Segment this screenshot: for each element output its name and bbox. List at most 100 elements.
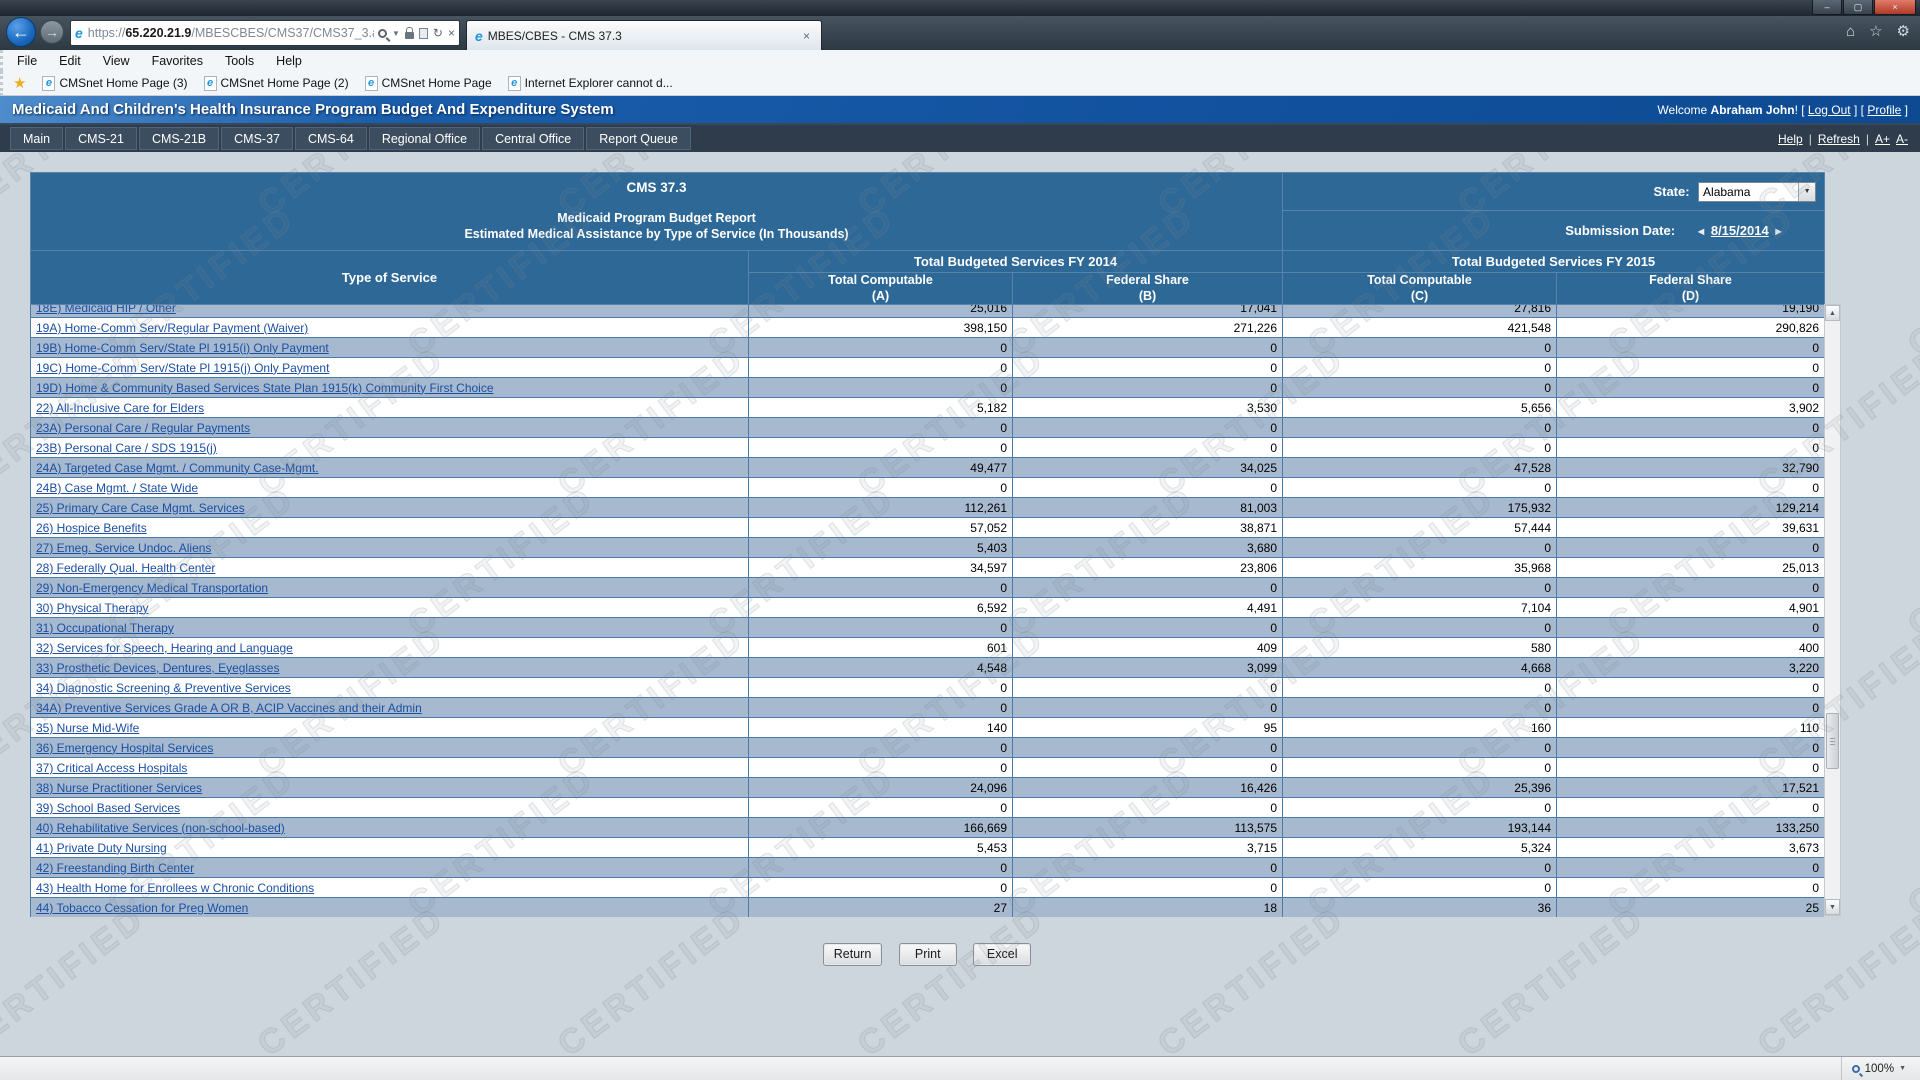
nav-tab-report-queue[interactable]: Report Queue [586, 127, 691, 150]
value-cell: 140 [749, 718, 1013, 738]
service-link[interactable]: 41) Private Duty Nursing [36, 841, 167, 855]
service-link[interactable]: 19B) Home-Comm Serv/State Pl 1915(i) Onl… [36, 341, 329, 355]
service-link[interactable]: 44) Tobacco Cessation for Preg Women [36, 901, 248, 915]
url-text[interactable]: https://65.220.21.9/MBESCBES/CMS37/CMS37… [88, 26, 374, 40]
state-select[interactable]: Alabama ▼ [1698, 182, 1816, 202]
service-link[interactable]: 26) Hospice Benefits [36, 521, 147, 535]
font-increase-link[interactable]: A+ [1875, 132, 1890, 146]
service-link[interactable]: 40) Rehabilitative Services (non-school-… [36, 821, 285, 835]
previous-date-icon[interactable]: ◄ [1696, 226, 1707, 238]
search-icon[interactable] [378, 29, 387, 38]
menu-view[interactable]: View [103, 54, 130, 68]
service-link[interactable]: 34) Diagnostic Screening & Preventive Se… [36, 681, 291, 695]
value-cell: 3,220 [1557, 658, 1825, 678]
menu-help[interactable]: Help [276, 54, 302, 68]
address-bar[interactable]: e https://65.220.21.9/MBESCBES/CMS37/CMS… [70, 20, 460, 46]
service-link[interactable]: 37) Critical Access Hospitals [36, 761, 187, 775]
scrollbar-thumb[interactable] [1826, 713, 1839, 769]
table-row: 19A) Home-Comm Serv/Regular Payment (Wai… [31, 318, 1825, 338]
service-link[interactable]: 35) Nurse Mid-Wife [36, 721, 139, 735]
gear-icon[interactable]: ⚙ [1897, 24, 1910, 39]
tab-close-icon[interactable]: × [800, 29, 813, 43]
service-link[interactable]: 19C) Home-Comm Serv/State Pl 1915(j) Onl… [36, 361, 329, 375]
excel-button[interactable]: Excel [973, 943, 1031, 966]
nav-tab-cms37[interactable]: CMS-37 [221, 127, 293, 150]
maximize-button[interactable]: ▢ [1843, 0, 1873, 15]
lock-icon [405, 32, 414, 39]
forward-button[interactable]: → [40, 20, 64, 44]
service-link[interactable]: 19A) Home-Comm Serv/Regular Payment (Wai… [36, 321, 308, 335]
nav-tab-regional-office[interactable]: Regional Office [369, 127, 480, 150]
service-link[interactable]: 24A) Targeted Case Mgmt. / Community Cas… [36, 461, 319, 475]
service-link[interactable]: 31) Occupational Therapy [36, 621, 174, 635]
service-link[interactable]: 28) Federally Qual. Health Center [36, 561, 215, 575]
value-cell: 3,680 [1013, 538, 1283, 558]
service-link[interactable]: 27) Emeg. Service Undoc. Aliens [36, 541, 211, 555]
service-link[interactable]: 29) Non-Emergency Medical Transportation [36, 581, 268, 595]
service-link[interactable]: 30) Physical Therapy [36, 601, 149, 615]
refresh-link[interactable]: Refresh [1818, 132, 1860, 146]
return-button[interactable]: Return [823, 943, 883, 966]
service-link[interactable]: 32) Services for Speech, Hearing and Lan… [36, 641, 293, 655]
logout-link[interactable]: Log Out [1798, 103, 1861, 117]
star-favorites-icon[interactable]: ☆ [1869, 24, 1882, 39]
vertical-scrollbar[interactable]: ▲ ▼ [1824, 304, 1841, 916]
nav-tab-main[interactable]: Main [10, 127, 63, 150]
help-link[interactable]: Help [1778, 132, 1803, 146]
service-link[interactable]: 33) Prosthetic Devices, Dentures, Eyegla… [36, 661, 279, 675]
service-link[interactable]: 43) Health Home for Enrollees w Chronic … [36, 881, 314, 895]
nav-tab-central-office[interactable]: Central Office [482, 127, 584, 150]
print-button[interactable]: Print [899, 943, 957, 966]
service-link[interactable]: 34A) Preventive Services Grade A OR B, A… [36, 701, 422, 715]
stop-icon[interactable]: × [448, 27, 455, 39]
service-link[interactable]: 38) Nurse Practitioner Services [36, 781, 202, 795]
table-row: 22) All-Inclusive Care for Elders5,1823,… [31, 398, 1825, 418]
select-dropdown-icon[interactable]: ▼ [1798, 183, 1815, 201]
compatibility-view-icon[interactable] [419, 28, 428, 39]
table-row: 19C) Home-Comm Serv/State Pl 1915(j) Onl… [31, 358, 1825, 378]
value-cell: 0 [1283, 338, 1557, 358]
back-button[interactable]: ← [6, 17, 36, 47]
value-cell: 27 [749, 898, 1013, 918]
minimize-button[interactable]: – [1812, 0, 1842, 15]
table-row: 35) Nurse Mid-Wife14095160110 [31, 718, 1825, 738]
profile-link[interactable]: Profile [1861, 103, 1908, 117]
service-link[interactable]: 23B) Personal Care / SDS 1915(j) [36, 441, 217, 455]
service-link[interactable]: 19D) Home & Community Based Services Sta… [36, 381, 494, 395]
scroll-down-icon[interactable]: ▼ [1825, 899, 1840, 915]
add-favorite-star-icon[interactable]: ★ [13, 74, 26, 92]
favorite-item[interactable]: eInternet Explorer cannot d... [508, 76, 673, 91]
zoom-control[interactable]: 100% ▼ [1841, 1057, 1920, 1080]
value-cell: 5,453 [749, 838, 1013, 858]
favorite-item[interactable]: eCMSnet Home Page [365, 76, 492, 91]
service-link[interactable]: 42) Freestanding Birth Center [36, 861, 194, 875]
scroll-up-icon[interactable]: ▲ [1825, 305, 1840, 321]
service-link[interactable]: 36) Emergency Hospital Services [36, 741, 213, 755]
menu-tools[interactable]: Tools [225, 54, 254, 68]
submission-date-link[interactable]: 8/15/2014 [1711, 223, 1769, 238]
browser-tab[interactable]: e MBES/CBES - CMS 37.3 × [466, 20, 822, 50]
service-link[interactable]: 39) School Based Services [36, 801, 180, 815]
nav-tab-cms64[interactable]: CMS-64 [295, 127, 367, 150]
menu-file[interactable]: File [17, 54, 37, 68]
favorite-item[interactable]: eCMSnet Home Page (2) [204, 76, 349, 91]
nav-tab-cms21[interactable]: CMS-21 [65, 127, 137, 150]
nav-tab-cms21b[interactable]: CMS-21B [139, 127, 219, 150]
refresh-icon[interactable]: ↻ [433, 27, 443, 39]
service-link[interactable]: 25) Primary Care Case Mgmt. Services [36, 501, 245, 515]
menu-edit[interactable]: Edit [59, 54, 81, 68]
value-cell: 0 [1557, 418, 1825, 438]
service-link[interactable]: 22) All-Inclusive Care for Elders [36, 401, 204, 415]
close-button[interactable]: × [1874, 0, 1916, 15]
home-icon[interactable]: ⌂ [1846, 24, 1855, 39]
favorite-item[interactable]: eCMSnet Home Page (3) [42, 76, 187, 91]
value-cell: 0 [1283, 698, 1557, 718]
service-link[interactable]: 23A) Personal Care / Regular Payments [36, 421, 250, 435]
font-decrease-link[interactable]: A- [1896, 132, 1908, 146]
next-date-icon[interactable]: ► [1773, 226, 1784, 238]
chevron-down-icon[interactable]: ▼ [392, 29, 400, 38]
menu-favorites[interactable]: Favorites [152, 54, 203, 68]
user-name: Abraham John [1711, 103, 1795, 117]
service-link[interactable]: 18E) Medicaid HIP / Other [36, 305, 176, 315]
service-link[interactable]: 24B) Case Mgmt. / State Wide [36, 481, 198, 495]
